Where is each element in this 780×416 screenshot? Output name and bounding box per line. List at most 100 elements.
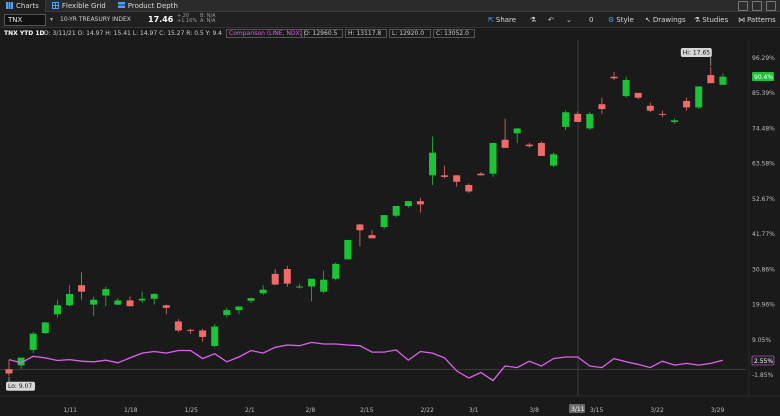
tab-label: Charts (16, 1, 39, 10)
candle-body[interactable] (78, 285, 86, 292)
patterns-label: Patterns (747, 16, 776, 24)
candle-body[interactable] (5, 369, 13, 374)
candle-body[interactable] (235, 306, 243, 311)
expand-window-icon[interactable] (766, 1, 776, 11)
studies-button[interactable]: ⚗ Studies (694, 14, 728, 26)
candle-body[interactable] (295, 286, 303, 288)
candle-body[interactable] (90, 299, 98, 305)
candle-body[interactable] (598, 104, 606, 110)
candle-body[interactable] (126, 300, 134, 307)
candle-body[interactable] (525, 144, 533, 147)
candle-body[interactable] (562, 112, 570, 127)
candle-body[interactable] (308, 278, 315, 287)
candle-body[interactable] (550, 154, 557, 166)
x-axis-label: 2/22 (420, 407, 434, 414)
candle-body[interactable] (187, 329, 194, 331)
candle-body[interactable] (247, 298, 255, 301)
y-axis-label: 74.48% (752, 126, 775, 133)
symbol-input[interactable] (4, 14, 46, 26)
lo-label: Lo: 9.07 (8, 383, 32, 390)
candle-body[interactable] (453, 175, 461, 182)
candle-body[interactable] (477, 173, 485, 176)
flask-icon: ⚗ (530, 16, 537, 24)
new-window-icon[interactable] (738, 1, 748, 11)
candle-body[interactable] (114, 300, 122, 305)
chart-type-button[interactable]: ⌄ (566, 14, 572, 26)
candle-body[interactable] (646, 105, 654, 111)
candle-body[interactable] (162, 305, 170, 308)
studies-label: Studies (702, 16, 729, 24)
y-axis-label: -1.85% (752, 372, 774, 379)
candle-body[interactable] (416, 201, 424, 205)
candle-body[interactable] (174, 321, 182, 331)
depth-icon (117, 2, 125, 9)
candle-body[interactable] (489, 142, 497, 174)
candle-body[interactable] (223, 310, 231, 315)
comparison-value-label: 2.55% (754, 358, 773, 365)
candle-body[interactable] (586, 113, 594, 129)
candle-body[interactable] (501, 139, 509, 148)
patterns-button[interactable]: ⋈ Patterns (738, 14, 776, 26)
style-button[interactable]: ⚙ Style (608, 14, 634, 26)
candle-body[interactable] (634, 92, 642, 98)
x-axis-label: 1/25 (185, 407, 199, 414)
candle-body[interactable] (356, 224, 364, 231)
candle-body[interactable] (53, 305, 61, 315)
chevron-down-icon[interactable]: ▾ (50, 16, 53, 23)
candle-body[interactable] (150, 293, 158, 299)
candle-body[interactable] (102, 289, 110, 296)
flask-button[interactable]: ⚗ (530, 14, 536, 26)
tab-charts[interactable]: Charts (0, 0, 46, 12)
candle-body[interactable] (671, 120, 678, 122)
candle-body[interactable] (259, 289, 267, 294)
y-axis-label: 96.29% (752, 55, 775, 62)
candle-body[interactable] (622, 79, 630, 97)
chart-info-bar: TNX YTD 1D D: 3/11/21 O: 14.97 H: 15.41 … (0, 29, 780, 39)
candle-body[interactable] (283, 269, 291, 284)
candle-body[interactable] (404, 201, 412, 207)
candle-body[interactable] (707, 75, 715, 84)
candle-body[interactable] (392, 206, 400, 216)
candle-body[interactable] (66, 293, 73, 306)
candle-body[interactable] (441, 175, 449, 177)
x-axis-label: 2/8 (306, 407, 316, 414)
candle-body[interactable] (695, 86, 703, 108)
candle-body[interactable] (138, 298, 146, 301)
comparison-open: O: 12960.5 (301, 29, 343, 38)
history-button[interactable]: ↶ (548, 14, 554, 26)
price-chart[interactable]: 96.29% 85.39% 74.48% 63.58% 52.67% 41.77% 30.8… (0, 40, 780, 416)
symbol-toolbar: ▾ 10-YR TREASURY INDEX 17.46 +.20 +1.16%… (0, 12, 780, 28)
x-axis-label: 3/29 (711, 407, 725, 414)
candle-body[interactable] (380, 215, 388, 228)
candle-body[interactable] (537, 142, 545, 156)
candle-body[interactable] (199, 330, 207, 337)
drawings-button[interactable]: ↖ Drawings (645, 14, 686, 26)
comparison-study-label[interactable]: Comparison (LINE, NDX) (226, 29, 305, 38)
tab-product-depth[interactable]: Product Depth (112, 0, 184, 12)
candle-body[interactable] (41, 322, 49, 334)
candle-body[interactable] (465, 185, 473, 192)
x-axis-label: 1/11 (64, 407, 78, 414)
chart-canvas[interactable]: 96.29% 85.39% 74.48% 63.58% 52.67% 41.77% 30.8… (0, 40, 780, 416)
y-axis-label: 19.96% (752, 302, 775, 309)
candle-body[interactable] (344, 239, 352, 260)
candle-body[interactable] (574, 113, 582, 122)
candle-body[interactable] (332, 263, 340, 279)
y-axis-label: 52.67% (752, 196, 775, 203)
detach-window-icon[interactable] (752, 1, 762, 11)
candle-body[interactable] (658, 113, 666, 115)
candle-body[interactable] (610, 76, 618, 79)
candle-body[interactable] (683, 100, 691, 108)
tab-flexible-grid[interactable]: Flexible Grid (46, 0, 112, 12)
candle-body[interactable] (368, 235, 376, 239)
candle-body[interactable] (211, 326, 219, 346)
candle-body[interactable] (429, 152, 436, 176)
link-button[interactable]: 0 (589, 14, 593, 26)
candle-body[interactable] (513, 128, 521, 134)
candle-body[interactable] (29, 333, 37, 350)
candle-body[interactable] (320, 279, 328, 292)
candle-body[interactable] (719, 76, 727, 85)
share-button[interactable]: ⇱ Share (488, 14, 516, 26)
x-axis-label: 2/15 (360, 407, 374, 414)
candle-body[interactable] (271, 273, 279, 285)
